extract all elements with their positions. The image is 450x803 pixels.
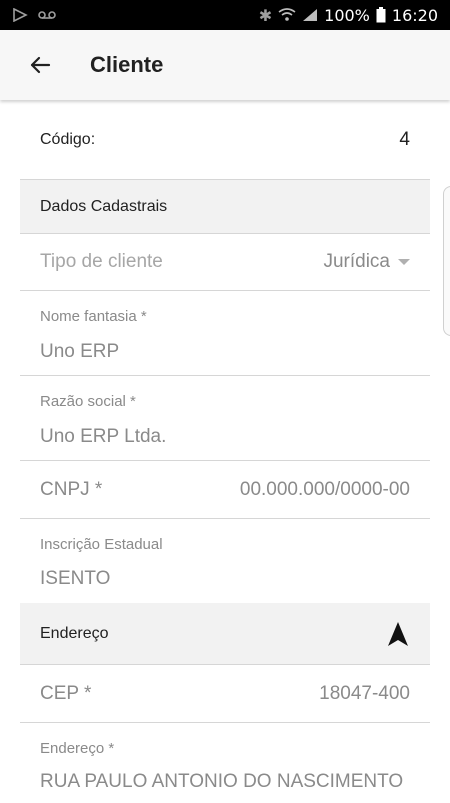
section-endereco-title: Endereço [40,624,109,642]
codigo-label: Código: [40,130,96,148]
razao-social-field[interactable]: Razão social * Uno ERP Ltda. [20,376,430,461]
status-right: ✱ 100% 16:20 [259,6,438,25]
section-endereco: Endereço [20,603,430,665]
voicemail-icon [38,11,56,19]
battery-icon [376,7,386,23]
back-button[interactable] [20,45,60,85]
cep-row[interactable]: CEP * 18047-400 [20,665,430,723]
inscricao-estadual-field[interactable]: Inscrição Estadual ISENTO [20,519,430,603]
nome-fantasia-label: Nome fantasia * [40,308,147,325]
cnpj-input[interactable]: 00.000.000/0000-00 [240,479,410,501]
clock: 16:20 [391,5,438,25]
arrow-left-icon [30,56,51,74]
nome-fantasia-input[interactable]: Uno ERP [40,325,410,363]
endereco-field[interactable]: Endereço * RUA PAULO ANTONIO DO NASCIMEN… [20,723,430,803]
app-bar: Cliente [0,30,450,100]
navigation-arrow-icon[interactable] [386,620,410,648]
bluetooth-icon: ✱ [258,5,273,25]
cnpj-label: CNPJ * [40,478,103,500]
status-left [12,8,56,22]
endereco-label: Endereço * [40,740,115,757]
codigo-row: Código: 4 [20,100,430,180]
codigo-value: 4 [399,128,410,150]
page-title: Cliente [90,52,164,77]
cnpj-row[interactable]: CNPJ * 00.000.000/0000-00 [20,461,430,519]
inscricao-estadual-label: Inscrição Estadual [40,536,163,553]
tipo-cliente-row[interactable]: Tipo de cliente Jurídica [20,234,430,291]
tipo-cliente-select[interactable]: Jurídica [323,251,410,273]
section-dados-cadastrais: Dados Cadastrais [20,180,430,234]
razao-social-label: Razão social * [40,393,136,410]
section-dados-title: Dados Cadastrais [40,197,168,215]
signal-icon [303,9,318,21]
scroll-edge-handle[interactable] [443,186,450,336]
inscricao-estadual-input[interactable]: ISENTO [40,553,410,590]
wifi-icon [278,8,296,21]
caret-down-icon [398,259,410,265]
play-store-icon [13,8,28,22]
status-bar: ✱ 100% 16:20 [0,0,450,30]
tipo-cliente-value: Jurídica [323,251,390,272]
razao-social-input[interactable]: Uno ERP Ltda. [40,410,410,448]
nome-fantasia-field[interactable]: Nome fantasia * Uno ERP [20,291,430,376]
cep-label: CEP * [40,682,92,704]
client-form: Código: 4 Dados Cadastrais Tipo de clien… [20,100,430,803]
cep-input[interactable]: 18047-400 [319,683,410,705]
battery-percent: 100% [324,5,370,25]
tipo-cliente-label: Tipo de cliente [40,251,163,272]
endereco-input[interactable]: RUA PAULO ANTONIO DO NASCIMENTO [40,757,410,793]
